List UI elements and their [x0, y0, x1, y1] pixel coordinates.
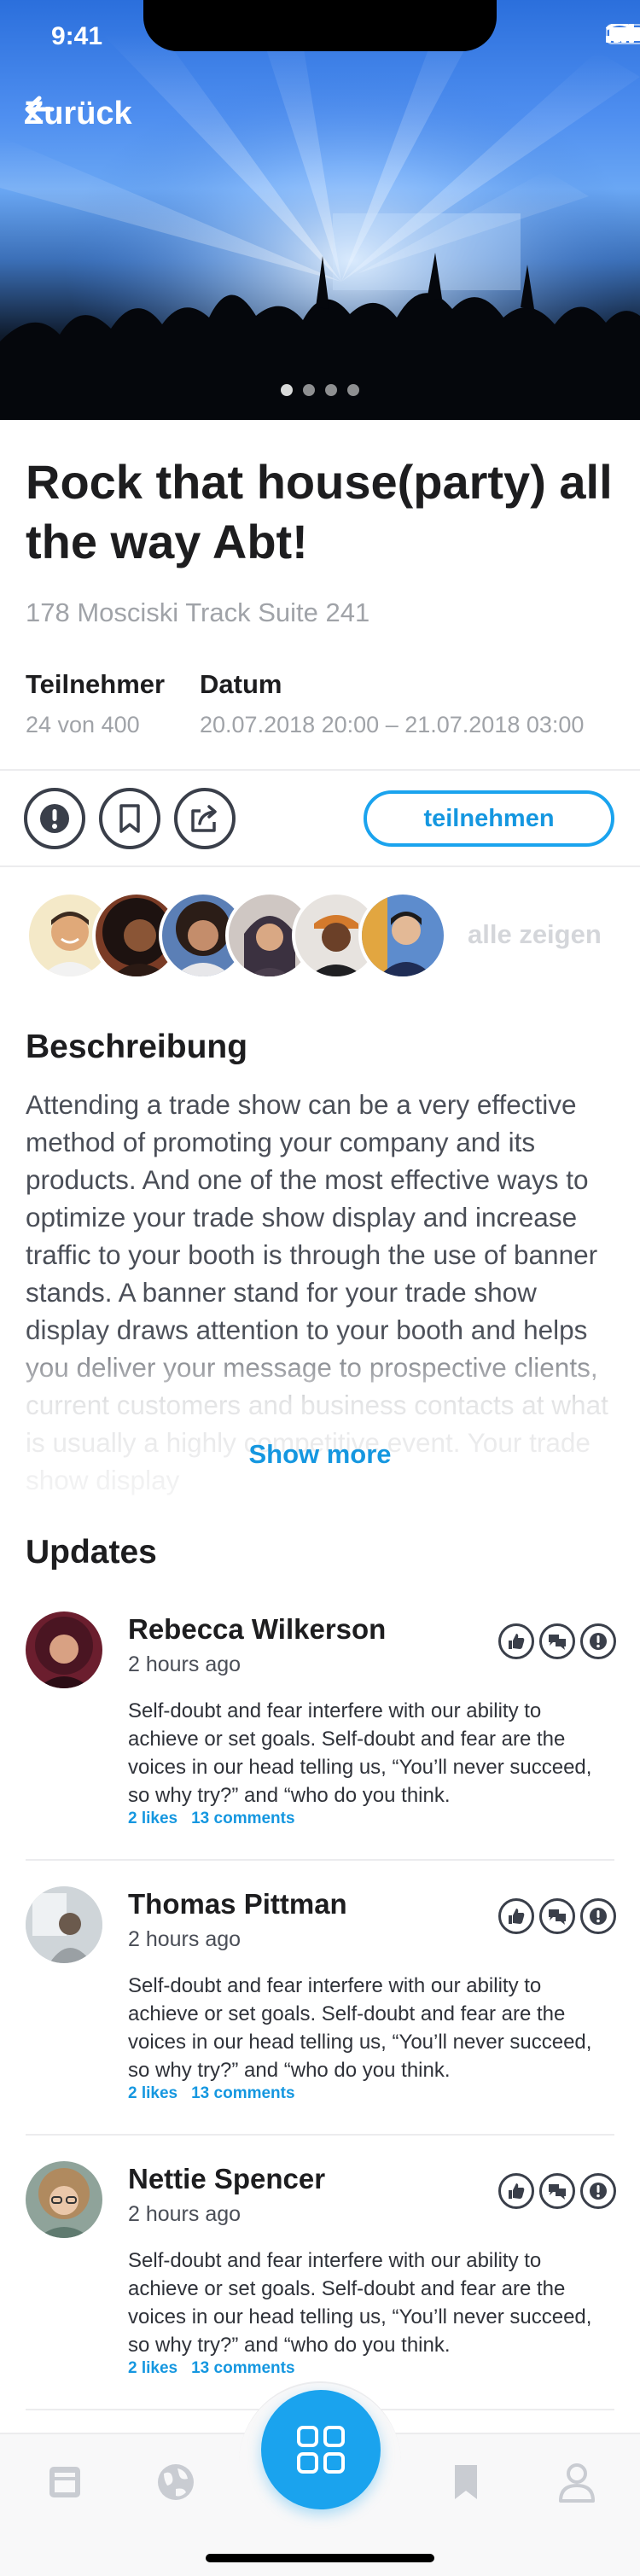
update-time: 2 hours ago	[128, 1927, 241, 1951]
thumbs-up-icon	[509, 1909, 525, 1924]
bookmark-icon	[455, 2465, 477, 2499]
description-heading: Beschreibung	[26, 1029, 248, 1065]
event-address: 178 Mosciski Track Suite 241	[26, 597, 370, 627]
update-item: Nettie Spencer 2 hours ago Self-doubt an…	[0, 2136, 640, 2410]
comment-icon	[549, 1909, 566, 1925]
share-button[interactable]	[174, 788, 236, 849]
update-actions	[498, 1623, 616, 1659]
thumbs-up-icon	[509, 1634, 525, 1649]
page-dot[interactable]	[281, 384, 293, 396]
device-notch	[143, 0, 497, 51]
participants-value: 24 von 400	[26, 712, 140, 737]
globe-icon	[158, 2464, 194, 2500]
exclamation-icon	[40, 804, 69, 833]
status-time: 9:41	[51, 22, 103, 50]
news-icon	[49, 2467, 80, 2497]
attendee-avatars[interactable]	[26, 891, 469, 980]
show-all-attendees-link[interactable]: alle zeigen	[468, 919, 602, 950]
arrow-left-icon	[25, 96, 55, 123]
divider	[0, 769, 640, 771]
exclamation-icon	[590, 2183, 607, 2200]
divider	[0, 865, 640, 867]
report-button[interactable]	[24, 788, 85, 849]
profile-icon	[559, 2463, 595, 2503]
update-stats: 2 likes 13 comments	[128, 2084, 295, 2103]
update-stats: 2 likes 13 comments	[128, 1810, 295, 1828]
update-author: Rebecca Wilkerson	[128, 1613, 387, 1645]
likes-link[interactable]: 2 likes	[128, 2084, 177, 2103]
concert-scene	[0, 0, 640, 420]
update-text: Self-doubt and fear interfere with our a…	[128, 1699, 592, 1807]
report-button[interactable]	[580, 1898, 616, 1934]
update-time: 2 hours ago	[128, 1652, 241, 1676]
comment-icon	[549, 2184, 566, 2200]
page-dot[interactable]	[347, 384, 359, 396]
date-value: 20.07.2018 20:00 – 21.07.2018 03:00	[200, 712, 585, 737]
thumbs-up-icon	[509, 2183, 525, 2199]
share-icon	[191, 805, 217, 832]
comments-link[interactable]: 13 comments	[191, 2084, 294, 2103]
home-indicator	[206, 2554, 434, 2562]
exclamation-icon	[590, 1633, 607, 1650]
avatar[interactable]	[26, 2161, 102, 2238]
event-title: Rock that house(party) all the way Abt!	[26, 455, 613, 568]
updates-heading: Updates	[26, 1534, 157, 1571]
update-stats: 2 likes 13 comments	[128, 2359, 295, 2378]
likes-link[interactable]: 2 likes	[128, 2359, 177, 2378]
update-author: Nettie Spencer	[128, 2163, 326, 2194]
description-fade	[0, 1332, 640, 1511]
update-item: Thomas Pittman 2 hours ago Self-doubt an…	[0, 1861, 640, 2136]
hero-image[interactable]: 9:41 Zurück	[0, 0, 640, 420]
update-actions	[498, 1898, 616, 1934]
participants-label: Teilnehmer	[26, 669, 166, 699]
tab-profile[interactable]	[551, 2457, 602, 2508]
bookmark-icon	[119, 804, 140, 833]
update-time: 2 hours ago	[128, 2202, 241, 2226]
update-author: Thomas Pittman	[128, 1888, 347, 1920]
update-actions	[498, 2173, 616, 2209]
page-dot[interactable]	[325, 384, 337, 396]
tab-bookmarks[interactable]	[440, 2457, 492, 2508]
comment-button[interactable]	[539, 1898, 575, 1934]
main-menu-button[interactable]	[261, 2390, 381, 2509]
date-label: Datum	[200, 669, 282, 699]
grid-icon	[297, 2426, 345, 2474]
like-button[interactable]	[498, 1623, 534, 1659]
join-button[interactable]: teilnehmen	[364, 790, 614, 847]
like-button[interactable]	[498, 1898, 534, 1934]
comment-icon	[549, 1635, 566, 1650]
tab-explore[interactable]	[150, 2457, 201, 2508]
bookmark-button[interactable]	[99, 788, 160, 849]
update-text: Self-doubt and fear interfere with our a…	[128, 2249, 592, 2357]
comments-link[interactable]: 13 comments	[191, 2359, 294, 2378]
report-button[interactable]	[580, 2173, 616, 2209]
update-text: Self-doubt and fear interfere with our a…	[128, 1974, 592, 2082]
battery-icon	[606, 24, 640, 44]
avatar[interactable]	[26, 1611, 102, 1688]
exclamation-icon	[590, 1908, 607, 1925]
report-button[interactable]	[580, 1623, 616, 1659]
tab-news[interactable]	[39, 2457, 90, 2508]
avatar[interactable]	[26, 1886, 102, 1963]
back-button[interactable]: Zurück	[24, 96, 132, 132]
comment-button[interactable]	[539, 2173, 575, 2209]
update-item: Rebecca Wilkerson 2 hours ago Self-doubt…	[0, 1586, 640, 1861]
comment-button[interactable]	[539, 1623, 575, 1659]
page-dot[interactable]	[303, 384, 315, 396]
show-more-link[interactable]: Show more	[0, 1439, 640, 1470]
image-pagination[interactable]	[0, 384, 640, 396]
likes-link[interactable]: 2 likes	[128, 1810, 177, 1828]
comments-link[interactable]: 13 comments	[191, 1810, 294, 1828]
avatar[interactable]	[358, 891, 447, 980]
like-button[interactable]	[498, 2173, 534, 2209]
